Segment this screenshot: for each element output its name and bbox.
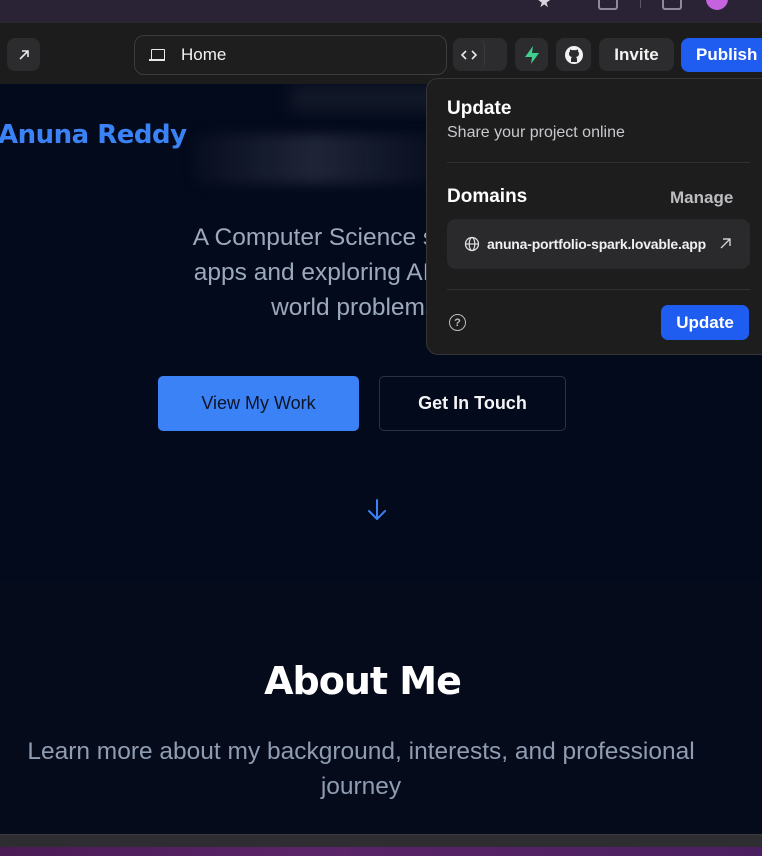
invite-button[interactable]: Invite (599, 38, 674, 71)
about-title: About Me (264, 659, 462, 703)
about-subtitle-line: journey (320, 773, 402, 800)
route-selector[interactable]: Home (134, 35, 447, 75)
bookmark-star-icon[interactable]: ★ (537, 0, 551, 11)
supabase-button[interactable] (515, 38, 548, 71)
browser-chrome: ★ (0, 0, 762, 22)
open-in-new-tab-button[interactable] (7, 38, 40, 71)
github-button[interactable] (556, 38, 591, 71)
about-subtitle-line: Learn more about my background, interest… (27, 738, 695, 765)
site-brand-logo[interactable]: Anuna Reddy (0, 120, 187, 150)
blurred-nav-links (195, 134, 435, 184)
domains-heading: Domains (447, 186, 528, 207)
profile-avatar[interactable] (706, 0, 728, 10)
publish-button[interactable]: Publish (681, 38, 762, 72)
update-button[interactable]: Update (661, 305, 749, 340)
code-toggle-group (453, 38, 507, 71)
popover-subtitle: Share your project online (447, 124, 625, 141)
expand-icon (18, 49, 29, 60)
about-subtitle: Learn more about my background, interest… (0, 734, 737, 804)
domain-url: anuna-portfolio-spark.lovable.app (487, 236, 706, 252)
arrow-down-icon[interactable] (365, 497, 389, 523)
supabase-icon (524, 45, 539, 64)
window-icon[interactable] (662, 0, 682, 10)
bottom-browser-strip (0, 834, 762, 856)
help-icon[interactable]: ? (449, 314, 466, 331)
route-label: Home (181, 45, 227, 64)
manage-domains-link[interactable]: Manage (670, 188, 733, 208)
laptop-icon (149, 48, 165, 62)
code-icon (460, 49, 477, 60)
popover-divider (447, 289, 750, 290)
get-in-touch-button[interactable]: Get In Touch (379, 376, 566, 431)
github-icon (564, 45, 583, 64)
extension-icon[interactable] (598, 0, 618, 10)
view-my-work-button[interactable]: View My Work (158, 376, 359, 431)
publish-popover: Update Share your project online Domains… (426, 78, 762, 355)
toolbar-separator (640, 0, 641, 8)
code-view-button[interactable] (453, 38, 485, 71)
popover-title: Update (447, 98, 512, 119)
about-section: About Me Learn more about my background,… (0, 581, 762, 834)
globe-icon (464, 236, 480, 252)
popover-divider (447, 162, 750, 163)
domain-link[interactable]: anuna-portfolio-spark.lovable.app (447, 219, 750, 269)
editor-toolbar: Home Invite Publish (0, 22, 762, 84)
external-link-icon (720, 238, 731, 249)
os-taskbar (0, 847, 762, 856)
